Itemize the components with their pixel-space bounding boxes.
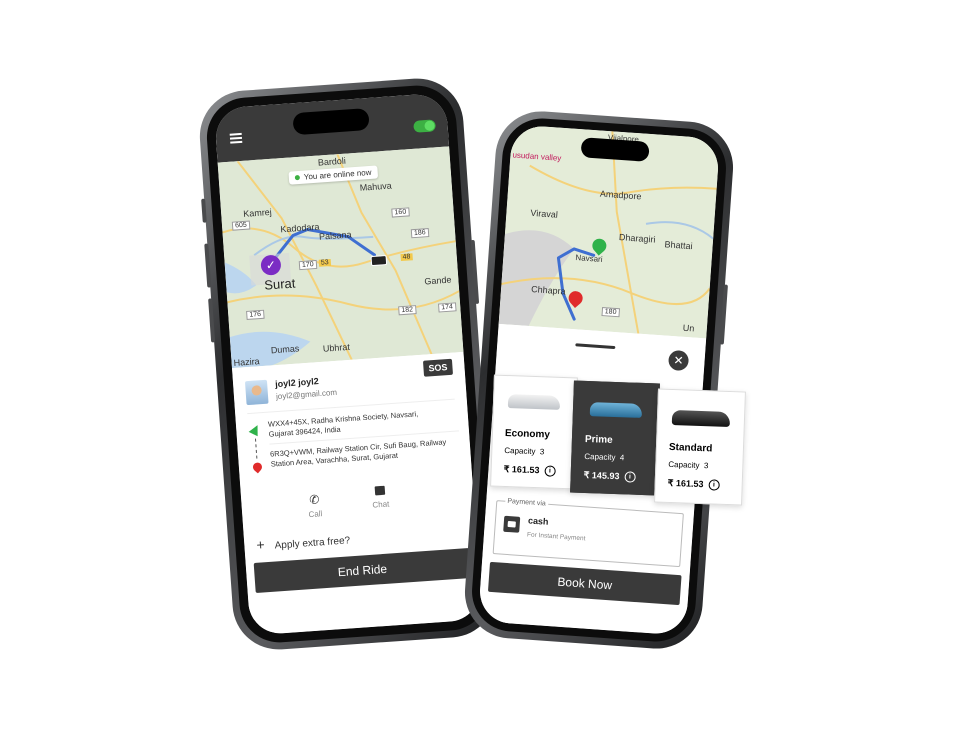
chat-icon: [374, 485, 386, 496]
extra-fee-label: Apply extra free?: [274, 535, 351, 552]
highway-badge-170: 170: [298, 259, 317, 271]
map-label-ubhrat: Ubhrat: [322, 341, 351, 354]
plus-icon: +: [255, 536, 266, 553]
cash-icon: [503, 515, 521, 533]
highway-badge-160: 160: [391, 207, 410, 218]
map-label-un: Un: [682, 322, 695, 334]
payment-sub: For Instant Payment: [526, 531, 586, 543]
highway-badge-53: 53: [318, 258, 331, 267]
map-view[interactable]: You are online now Bardoli Mahuva Kamrej…: [217, 146, 464, 369]
driver-email: joyl2@gmail.com: [275, 387, 338, 402]
sos-button[interactable]: SOS: [422, 358, 454, 377]
car-icon: [370, 255, 388, 267]
call-label: Call: [308, 509, 323, 520]
call-button[interactable]: ✆ Call: [299, 492, 331, 520]
pickup-address: WXX4+45X, Radha Krishna Society, Navsari…: [267, 409, 419, 439]
phone-right: Vijalpore usudan valley Amadpore Viraval…: [461, 108, 737, 652]
phone-left: You are online now Bardoli Mahuva Kamrej…: [196, 75, 500, 653]
avatar: [244, 379, 269, 406]
right-screen: Vijalpore usudan valley Amadpore Viraval…: [477, 124, 721, 636]
highway-badge-180: 180: [601, 307, 620, 318]
pickup-arrow-icon: [248, 422, 263, 437]
driver-name: joyl2 joyl2: [274, 376, 320, 390]
map-label-bhattai: Bhattai: [664, 239, 693, 252]
map-label-bardoli: Bardoli: [317, 155, 347, 168]
chat-label: Chat: [372, 499, 390, 510]
map-label-gandevi: Gande: [424, 274, 452, 287]
menu-icon[interactable]: [229, 132, 243, 144]
map-label-surat: Surat: [263, 275, 296, 293]
payment-via-label: Payment via: [505, 497, 548, 508]
chat-button[interactable]: Chat: [364, 483, 396, 510]
online-status-text: You are online now: [303, 167, 372, 182]
end-ride-button[interactable]: End Ride: [253, 547, 472, 593]
highway-badge-174: 174: [438, 302, 457, 313]
map-label-viraval: Viraval: [530, 207, 559, 220]
sheet-drag-handle[interactable]: [575, 343, 616, 350]
extra-fee-row[interactable]: + Apply extra free?: [256, 530, 351, 553]
highway-badge-48: 48: [400, 253, 413, 262]
map-label-kamrej: Kamrej: [242, 206, 273, 219]
close-icon[interactable]: ✕: [667, 349, 690, 372]
left-screen: You are online now Bardoli Mahuva Kamrej…: [213, 92, 483, 636]
highway-badge-186: 186: [410, 228, 430, 239]
booking-sheet: ✕ Payment via cash For Instant Payment B…: [477, 323, 707, 636]
book-now-button[interactable]: Book Now: [487, 561, 682, 606]
ride-details-sheet: joyl2 joyl2 joyl2@gmail.com SOS WXX4+45X…: [232, 351, 483, 636]
highway-badge-176: 176: [246, 309, 265, 320]
drop-pin-icon: [251, 460, 264, 474]
highway-badge-605: 605: [231, 220, 251, 231]
payment-box[interactable]: Payment via cash For Instant Payment: [492, 497, 684, 568]
payment-method: cash: [527, 515, 549, 527]
highway-badge-182: 182: [398, 305, 417, 316]
map-label-dumas: Dumas: [270, 343, 300, 356]
phone-icon: ✆: [308, 492, 320, 508]
online-toggle[interactable]: [413, 119, 436, 133]
